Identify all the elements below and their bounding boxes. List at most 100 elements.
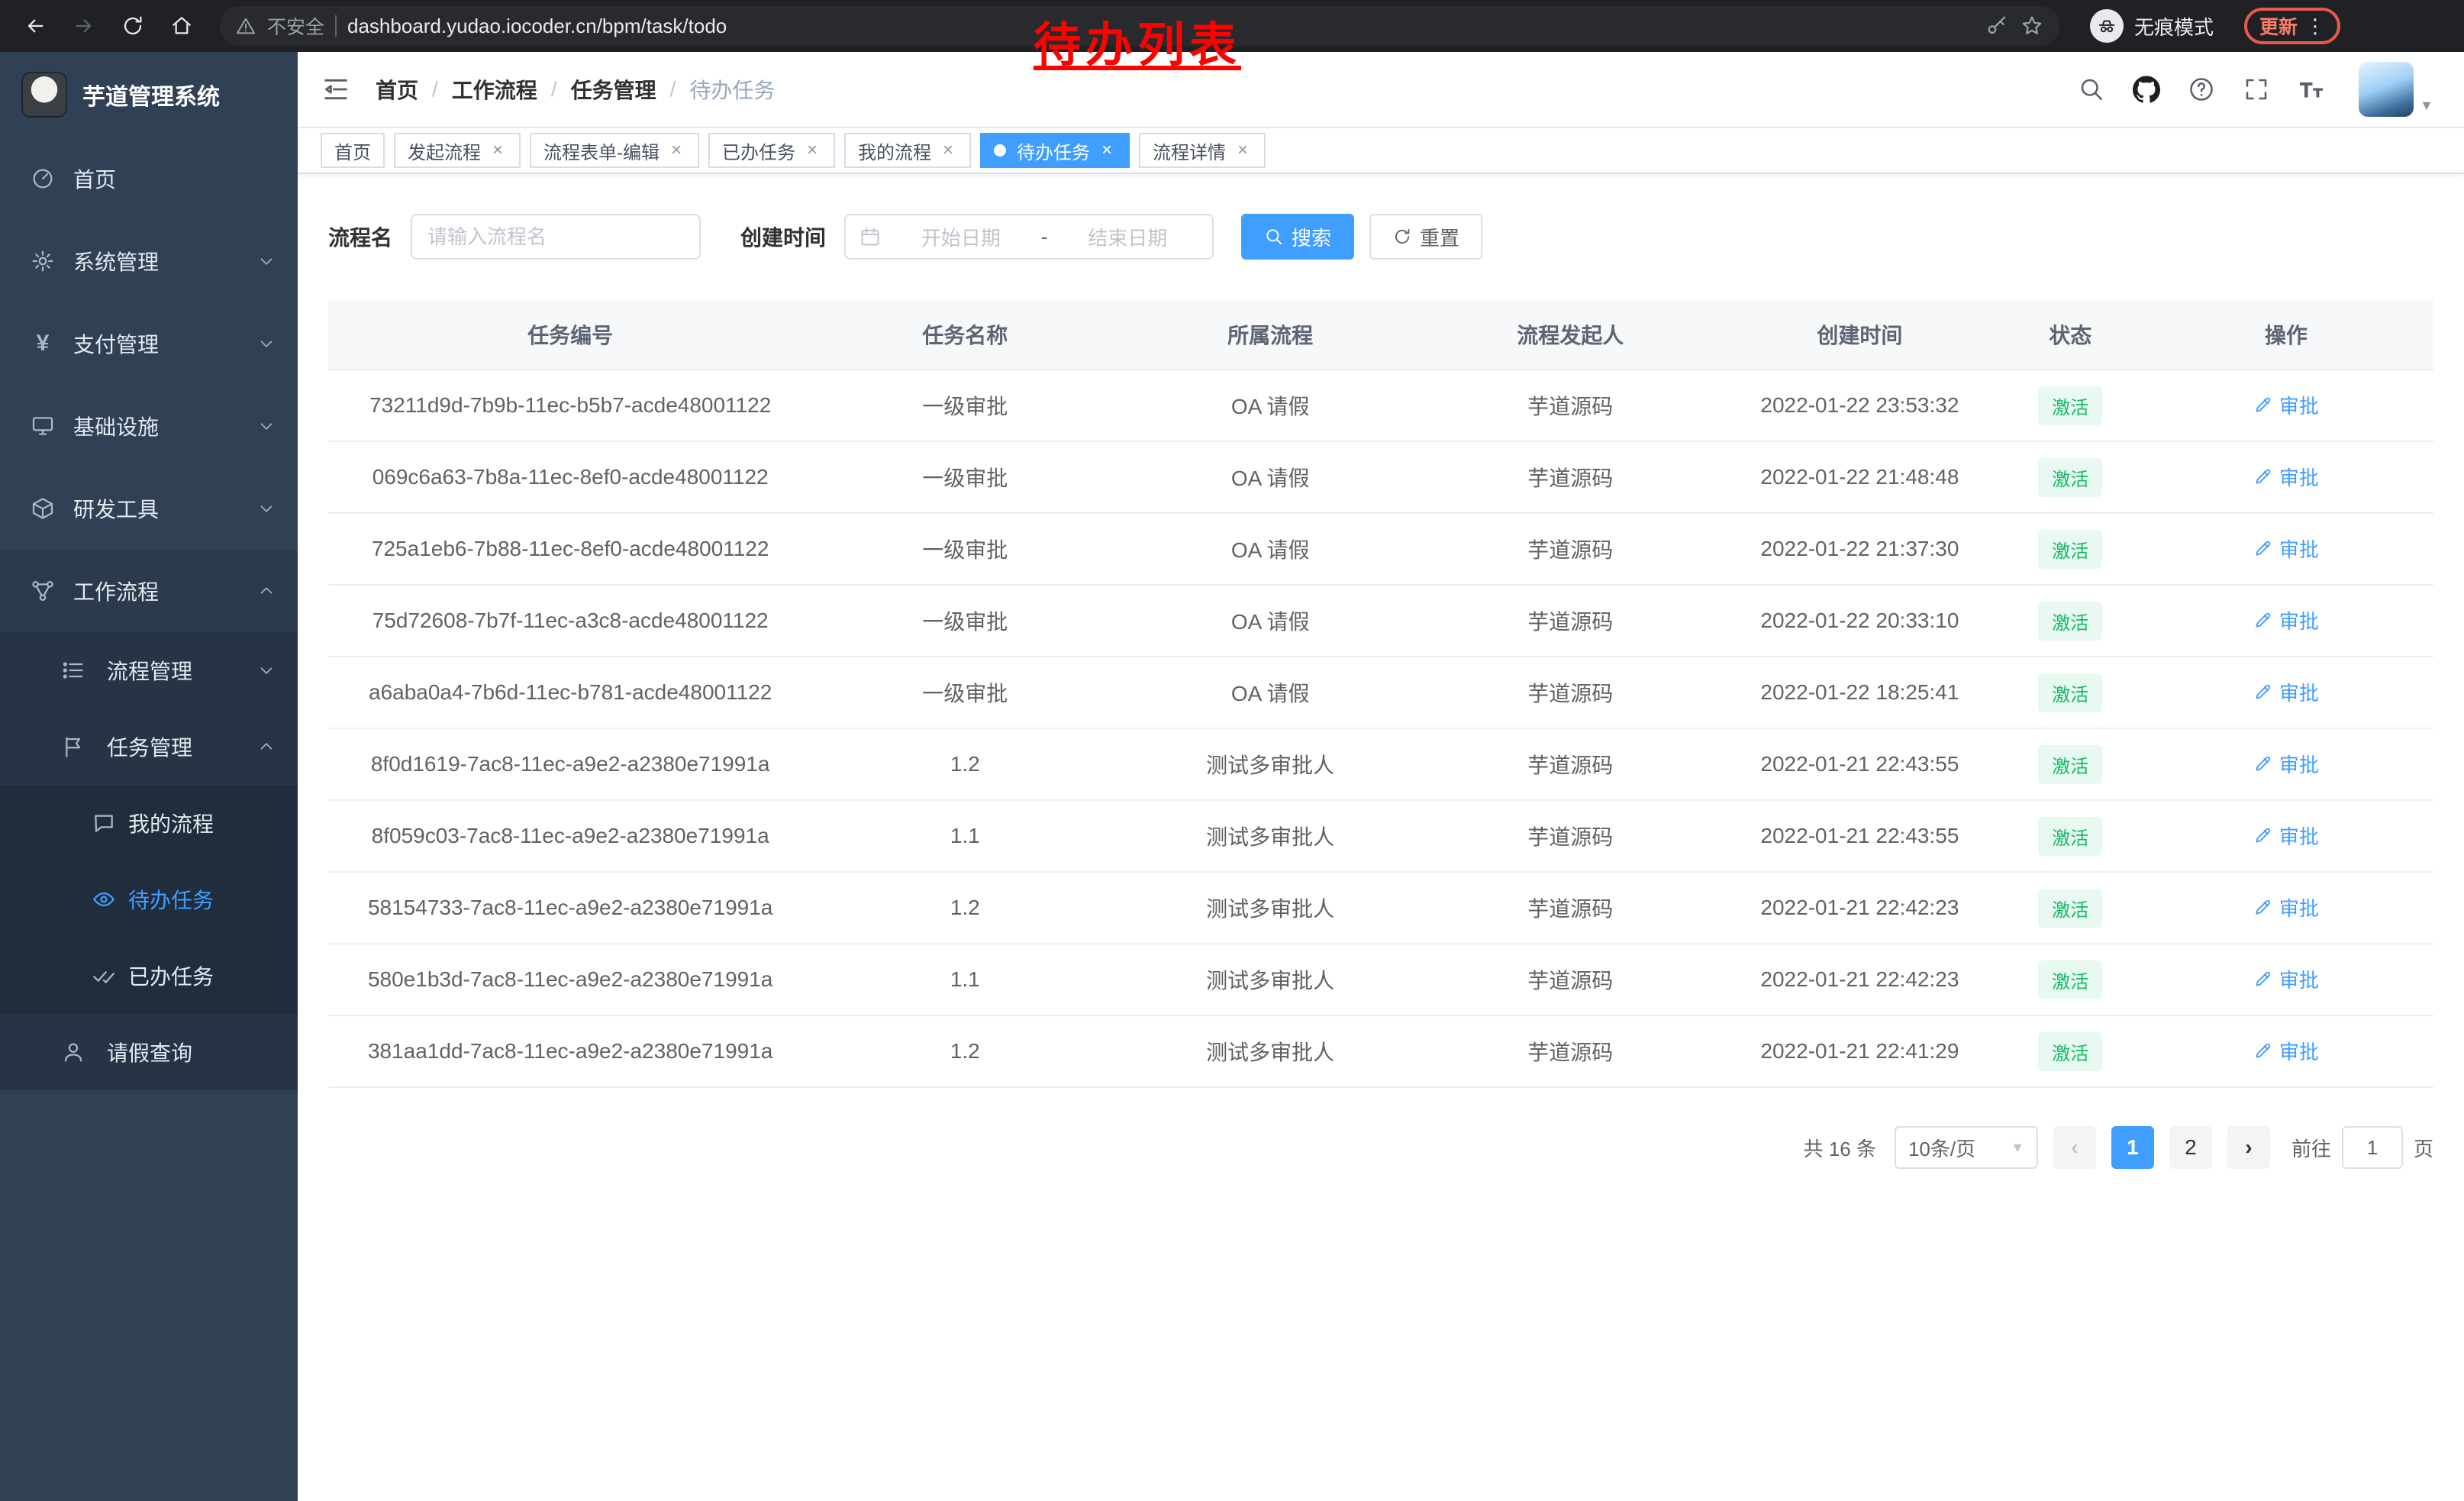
annotation-text: 待办列表 — [1034, 6, 1241, 75]
tab-my-processes[interactable]: 我的流程 × — [844, 133, 971, 168]
approve-label: 审批 — [2279, 678, 2319, 706]
bookmark-star-icon[interactable] — [2020, 14, 2044, 38]
sidebar-item-task-management[interactable]: 任务管理 — [0, 709, 298, 785]
sidebar-item-todo-tasks[interactable]: 待办任务 — [0, 861, 298, 938]
status-badge: 激活 — [2038, 1032, 2102, 1071]
tab-todo-tasks[interactable]: 待办任务 × — [980, 133, 1130, 168]
breadcrumb-item[interactable]: 工作流程 — [452, 74, 537, 105]
monitor-icon — [31, 414, 55, 438]
update-button[interactable]: 更新 ⋮ — [2244, 8, 2340, 44]
sidebar-item-leave-query[interactable]: 请假查询 — [0, 1014, 298, 1090]
tab-label: 流程表单-编辑 — [543, 137, 660, 164]
create-time-label: 创建时间 — [740, 221, 826, 252]
sidebar-item-done-tasks[interactable]: 已办任务 — [0, 938, 298, 1014]
cell-create-time: 2022-01-22 21:48:48 — [1717, 441, 2001, 513]
help-icon[interactable] — [2188, 76, 2215, 103]
sidebar-toggle-icon[interactable] — [321, 74, 351, 105]
cell-create-time: 2022-01-21 22:43:55 — [1717, 800, 2001, 872]
close-icon[interactable]: × — [667, 141, 685, 160]
tab-home[interactable]: 首页 — [321, 133, 385, 168]
screen: 不安全 dashboard.yudao.iocoder.cn/bpm/task/… — [0, 0, 2464, 1501]
fullscreen-icon[interactable] — [2243, 76, 2270, 103]
sidebar-item-home[interactable]: 首页 — [0, 137, 298, 220]
cell-starter: 芋道源码 — [1423, 513, 1717, 585]
col-actions: 操作 — [2139, 299, 2433, 370]
page-button-1[interactable]: 1 — [2111, 1126, 2154, 1169]
password-key-icon[interactable] — [1985, 14, 2009, 38]
forward-icon[interactable] — [64, 6, 104, 46]
search-button[interactable]: 搜索 — [1241, 214, 1354, 260]
yen-icon: ¥ — [31, 331, 55, 356]
cell-process: OA 请假 — [1118, 513, 1423, 585]
approve-link[interactable]: 审批 — [2253, 391, 2319, 419]
close-icon[interactable]: × — [1234, 141, 1252, 160]
user-menu[interactable]: ▼ — [2359, 62, 2433, 117]
table-row: 75d72608-7b7f-11ec-a3c8-acde48001122 一级审… — [328, 585, 2433, 657]
workflow-icon — [31, 579, 55, 603]
edit-icon — [2253, 825, 2273, 845]
tab-form-edit[interactable]: 流程表单-编辑 × — [530, 133, 699, 168]
page-button-2[interactable]: 2 — [2169, 1126, 2212, 1169]
sidebar-item-infrastructure[interactable]: 基础设施 — [0, 385, 298, 467]
back-icon[interactable] — [15, 6, 55, 46]
page-size-select[interactable]: 10条/页 ▼ — [1895, 1126, 2038, 1169]
approve-link[interactable]: 审批 — [2253, 750, 2319, 778]
approve-link[interactable]: 审批 — [2253, 1037, 2319, 1065]
close-icon[interactable]: × — [1098, 141, 1116, 160]
next-page-button[interactable]: › — [2227, 1126, 2270, 1169]
breadcrumb-item[interactable]: 首页 — [376, 74, 418, 105]
cell-task-name: 一级审批 — [812, 657, 1118, 728]
approve-link[interactable]: 审批 — [2253, 606, 2319, 634]
sidebar-item-workflow[interactable]: 工作流程 — [0, 550, 298, 632]
sidebar-item-process-management[interactable]: 流程管理 — [0, 632, 298, 709]
close-icon[interactable]: × — [803, 141, 821, 160]
sidebar-item-devtools[interactable]: 研发工具 — [0, 467, 298, 550]
search-icon[interactable] — [2078, 76, 2105, 103]
avatar[interactable] — [2359, 62, 2414, 117]
cell-task-name: 一级审批 — [812, 585, 1118, 657]
chevron-up-icon — [256, 581, 276, 601]
chevron-down-icon — [256, 334, 276, 353]
approve-link[interactable]: 审批 — [2253, 965, 2319, 993]
github-icon[interactable] — [2133, 76, 2160, 103]
home-icon[interactable] — [162, 6, 202, 46]
approve-link[interactable]: 审批 — [2253, 822, 2319, 850]
cell-process: OA 请假 — [1118, 657, 1423, 728]
col-status: 状态 — [2002, 299, 2139, 370]
breadcrumb-item[interactable]: 任务管理 — [571, 74, 656, 105]
approve-link[interactable]: 审批 — [2253, 678, 2319, 706]
url-text: dashboard.yudao.iocoder.cn/bpm/task/todo — [347, 15, 727, 38]
goto-page-input[interactable] — [2342, 1126, 2403, 1169]
logo-image — [21, 72, 67, 118]
approve-link[interactable]: 审批 — [2253, 534, 2319, 563]
edit-icon — [2253, 969, 2273, 989]
status-badge: 激活 — [2038, 960, 2102, 999]
table-row: 725a1eb6-7b88-11ec-8ef0-acde48001122 一级审… — [328, 513, 2433, 585]
table-row: 381aa1dd-7ac8-11ec-a9e2-a2380e71991a 1.2… — [328, 1015, 2433, 1087]
tab-process-detail[interactable]: 流程详情 × — [1139, 133, 1266, 168]
sidebar-item-payment[interactable]: ¥ 支付管理 — [0, 302, 298, 385]
cell-task-name: 一级审批 — [812, 513, 1118, 585]
cell-starter: 芋道源码 — [1423, 944, 1717, 1015]
sidebar-item-my-processes[interactable]: 我的流程 — [0, 785, 298, 861]
start-date-placeholder: 开始日期 — [890, 223, 1032, 251]
close-icon[interactable]: × — [939, 141, 957, 160]
date-range-picker[interactable]: 开始日期 - 结束日期 — [844, 214, 1214, 260]
approve-label: 审批 — [2279, 1037, 2319, 1065]
logo-row[interactable]: 芋道管理系统 — [0, 52, 298, 137]
font-size-icon[interactable] — [2298, 76, 2325, 103]
table-row: 73211d9d-7b9b-11ec-b5b7-acde48001122 一级审… — [328, 370, 2433, 441]
tab-start-process[interactable]: 发起流程 × — [394, 133, 521, 168]
process-name-input[interactable] — [411, 214, 701, 260]
close-icon[interactable]: × — [489, 141, 507, 160]
approve-link[interactable]: 审批 — [2253, 463, 2319, 491]
browser-menu-icon[interactable]: ⋮ — [2305, 16, 2325, 36]
reset-button[interactable]: 重置 — [1369, 214, 1482, 260]
refresh-icon — [1392, 227, 1412, 247]
approve-link[interactable]: 审批 — [2253, 893, 2319, 922]
prev-page-button[interactable]: ‹ — [2053, 1126, 2096, 1169]
sidebar-item-system[interactable]: 系统管理 — [0, 220, 298, 302]
tab-done-tasks[interactable]: 已办任务 × — [708, 133, 835, 168]
reload-icon[interactable] — [113, 6, 153, 46]
cell-task-name: 1.1 — [812, 944, 1118, 1015]
